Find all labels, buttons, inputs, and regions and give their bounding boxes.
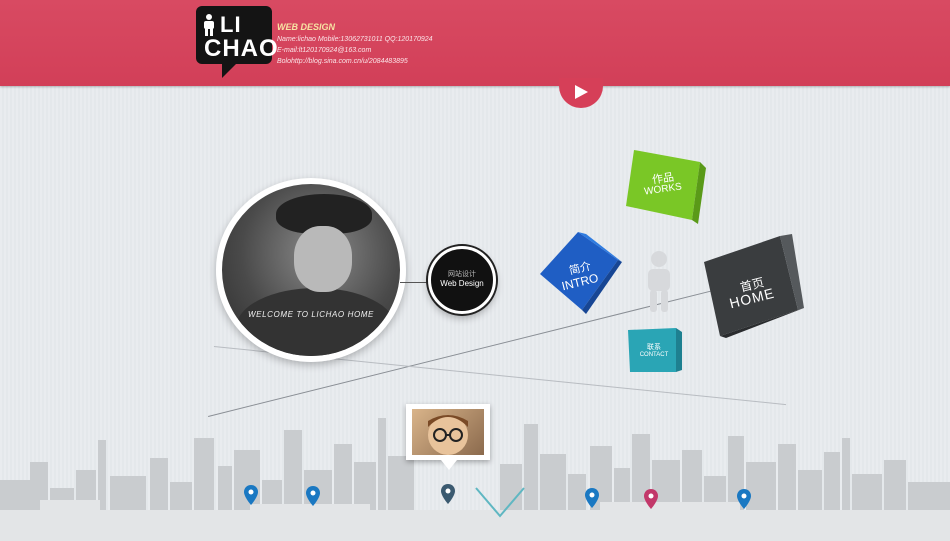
person-figure-icon (648, 251, 670, 312)
contact-title: WEB DESIGN (277, 22, 336, 32)
web-design-badge[interactable]: 网站设计 Web Design (428, 246, 496, 314)
welcome-text: WELCOME TO LICHAO HOME (248, 310, 374, 319)
map-pin-icon[interactable] (441, 484, 455, 504)
contact-line-blog: Bolohttp://blog.sina.com.cn/u/2084483895 (277, 58, 408, 65)
nav-cube-contact[interactable]: 联系 CONTACT (626, 326, 682, 374)
map-pin-icon[interactable] (306, 486, 320, 506)
play-button[interactable] (559, 78, 603, 108)
portrait-coat (236, 288, 396, 356)
portrait-face (294, 226, 352, 292)
header-bar: LI CHAO WEB DESIGN Name:lichao Mobile:13… (0, 0, 950, 86)
contact-info: WEB DESIGN Name:lichao Mobile:1306273101… (277, 22, 433, 67)
contact-line-name: Name:lichao Mobile:13062731011 QQ:120170… (277, 36, 433, 43)
logo-speech-tail (222, 62, 238, 78)
contact-line-email: E-mail:lt120170924@163.com (277, 47, 372, 54)
map-pin-icon[interactable] (585, 488, 599, 508)
avatar-callout-tail (441, 460, 457, 470)
nav-cube-intro[interactable]: 简介 INTRO (538, 230, 622, 314)
portrait-connector (400, 282, 430, 283)
avatar-photo (412, 409, 484, 455)
avatar-photo-frame[interactable] (406, 404, 490, 460)
badge-text-cn: 网站设计 (448, 271, 476, 278)
contact-label-cn: 联系 (647, 344, 661, 351)
nav-cube-home[interactable]: 首页 HOME (700, 232, 804, 342)
map-pin-icon[interactable] (737, 489, 751, 509)
person-icon (204, 14, 214, 36)
nav-cube-works[interactable]: 作品 WORKS (620, 148, 706, 226)
logo-text-chao: CHAO (204, 35, 279, 62)
badge-text-en: Web Design (440, 279, 484, 288)
map-pin-icon[interactable] (644, 489, 658, 509)
contact-label-en: CONTACT (639, 352, 669, 358)
logo[interactable]: LI CHAO (196, 6, 278, 64)
play-icon (575, 85, 588, 99)
profile-portrait[interactable]: WELCOME TO LICHAO HOME (216, 178, 406, 362)
map-pin-icon[interactable] (244, 485, 258, 505)
